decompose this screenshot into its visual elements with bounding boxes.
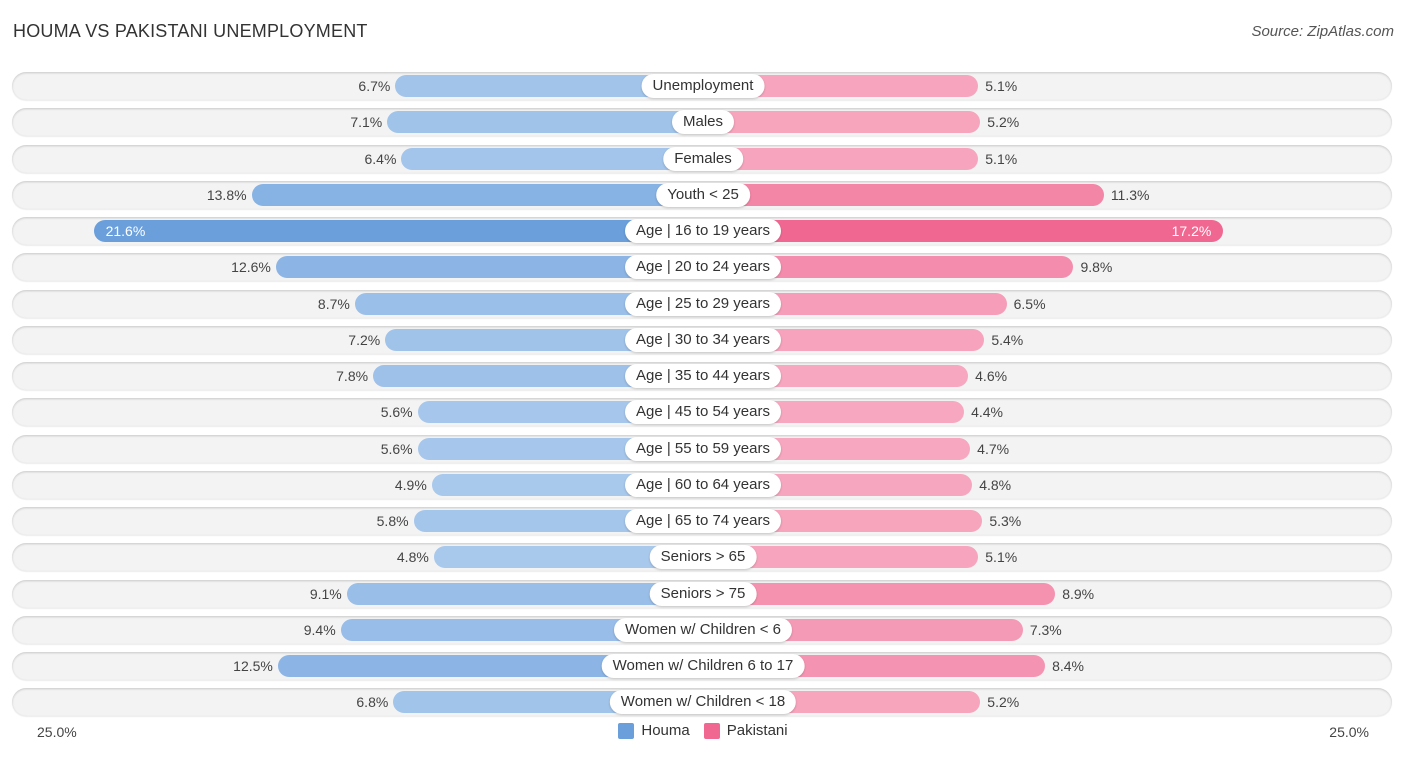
category-label: Age | 45 to 54 years [625, 400, 781, 425]
value-label-houma: 13.8% [206, 186, 247, 203]
category-label: Age | 55 to 59 years [625, 436, 781, 461]
legend: Houma Pakistani [0, 722, 1406, 739]
category-label: Age | 35 to 44 years [625, 364, 781, 388]
value-label-pakistani: 6.5% [1013, 295, 1046, 312]
category-label: Age | 60 to 64 years [625, 472, 781, 497]
category-label: Women w/ Children < 18 [609, 690, 797, 715]
bar-pakistani[interactable] [703, 111, 981, 134]
value-label-pakistani: 11.3% [1110, 186, 1150, 203]
value-label-pakistani: 5.3% [989, 513, 1022, 529]
value-label-houma: 8.7% [317, 295, 350, 312]
value-label-pakistani: 4.8% [979, 476, 1012, 493]
value-label-pakistani: 8.9% [1062, 585, 1095, 602]
value-label-houma: 5.8% [376, 513, 409, 529]
bar-houma[interactable] [387, 111, 703, 134]
category-label: Females [663, 146, 743, 171]
bar-houma[interactable] [93, 220, 703, 242]
category-label: Age | 20 to 24 years [625, 255, 781, 280]
value-label-houma: 6.8% [356, 694, 389, 711]
diverging-bar-chart: 6.7% 5.1% Unemployment 7.1% 5.2% Males 6.4% 5.1… [0, 0, 1406, 757]
value-label-pakistani: 5.2% [987, 694, 1020, 711]
category-label: Women w/ Children < 6 [613, 617, 793, 642]
bar-houma[interactable] [401, 147, 703, 170]
value-label-houma: 21.6% [105, 223, 146, 239]
value-label-pakistani: 9.8% [1080, 259, 1113, 276]
value-label-houma: 12.6% [231, 259, 271, 276]
value-label-pakistani: 17.2% [1171, 223, 1212, 239]
value-label-pakistani: 5.1% [985, 150, 1018, 167]
category-label: Age | 65 to 74 years [625, 509, 781, 533]
value-label-houma: 12.5% [233, 658, 273, 674]
value-label-pakistani: 4.6% [975, 368, 1008, 384]
value-label-houma: 7.2% [348, 331, 381, 348]
bar-pakistani[interactable] [703, 220, 1224, 242]
value-label-houma: 4.8% [396, 549, 429, 566]
category-label: Seniors > 65 [649, 545, 757, 570]
category-label: Age | 25 to 29 years [625, 291, 781, 316]
category-label: Seniors > 75 [649, 581, 757, 606]
value-label-houma: 6.4% [364, 150, 397, 167]
value-label-pakistani: 5.1% [985, 78, 1018, 94]
value-label-pakistani: 5.4% [991, 331, 1024, 348]
value-label-pakistani: 5.1% [985, 549, 1018, 566]
category-label: Youth < 25 [656, 182, 750, 207]
legend-swatch-houma [618, 722, 635, 739]
value-label-houma: 9.4% [303, 621, 336, 638]
value-label-houma: 9.1% [309, 585, 342, 602]
legend-swatch-pakistani [703, 722, 720, 739]
legend-label-houma: Houma [641, 722, 690, 739]
value-label-pakistani: 7.3% [1029, 621, 1062, 638]
value-label-houma: 4.9% [394, 476, 427, 493]
value-label-houma: 7.1% [350, 114, 383, 131]
value-label-houma: 7.8% [336, 368, 369, 384]
legend-label-pakistani: Pakistani [726, 722, 788, 739]
value-label-houma: 6.7% [358, 78, 391, 94]
category-label: Age | 30 to 34 years [625, 327, 781, 352]
legend-item-pakistani[interactable]: Pakistani [703, 722, 788, 739]
value-label-pakistani: 5.2% [987, 114, 1020, 131]
bar-houma[interactable] [251, 183, 703, 206]
bar-pakistani[interactable] [703, 183, 1104, 206]
value-label-houma: 5.6% [380, 404, 413, 421]
value-label-pakistani: 4.7% [977, 440, 1010, 457]
category-label: Age | 16 to 19 years [625, 219, 781, 243]
bar-pakistani[interactable] [703, 147, 979, 170]
category-label: Women w/ Children 6 to 17 [601, 654, 805, 678]
category-label: Males [671, 110, 735, 135]
category-label: Unemployment [641, 74, 765, 98]
value-label-houma: 5.6% [380, 440, 413, 457]
value-label-pakistani: 8.4% [1052, 658, 1085, 674]
legend-item-houma[interactable]: Houma [618, 722, 690, 739]
value-label-pakistani: 4.4% [971, 404, 1004, 421]
